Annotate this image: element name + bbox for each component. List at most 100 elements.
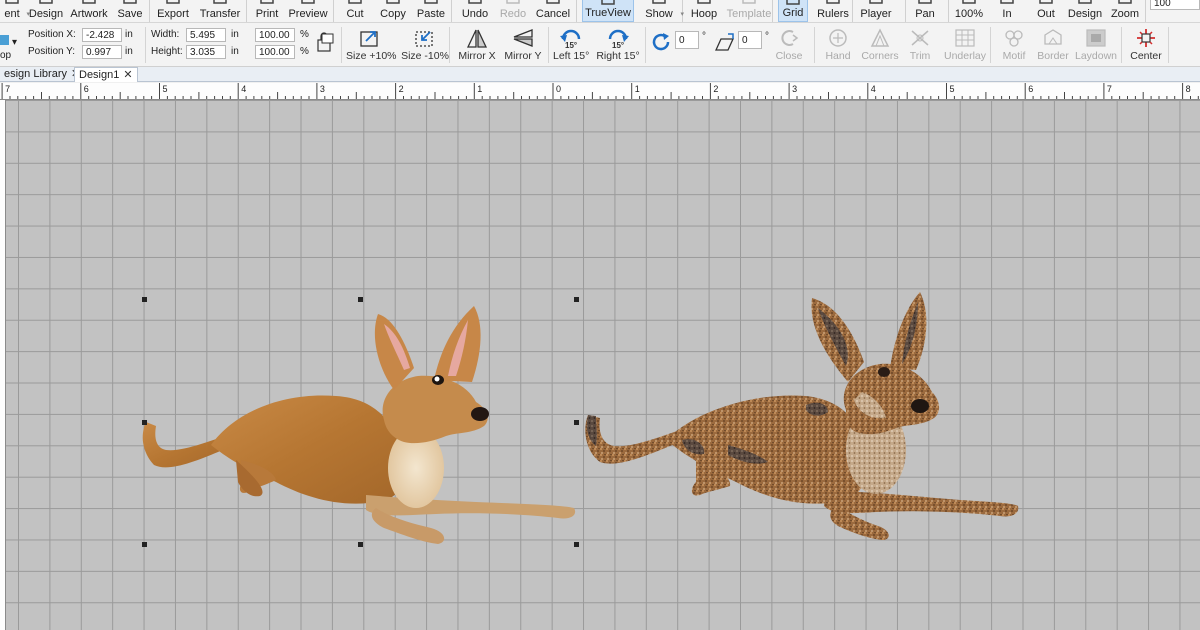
zoom-value-field[interactable] <box>1150 0 1200 10</box>
ribbon-artwork-label: Artwork <box>70 8 108 20</box>
ribbon-print-button[interactable]: Print <box>252 0 282 22</box>
toolbar-separator <box>645 27 646 63</box>
proportional-lock-icon[interactable] <box>314 31 336 55</box>
mirror-y-button[interactable]: Mirror Y <box>502 25 544 65</box>
mode-swatch-icon[interactable] <box>0 35 9 45</box>
trim-button[interactable]: Trim <box>905 25 935 65</box>
selection-handle-middle-left[interactable] <box>142 420 147 425</box>
ribbon-preview-button[interactable]: Preview <box>288 0 328 22</box>
ribbon-design-button[interactable]: Design <box>28 0 64 22</box>
ribbon-separator <box>333 0 334 22</box>
undo-icon <box>466 0 484 4</box>
chevron-down-icon[interactable]: ▾ <box>680 10 684 18</box>
right15-label: Right 15° <box>596 50 640 62</box>
ribbon-hoop-button[interactable]: Hoop <box>688 0 720 22</box>
underlay-button[interactable]: Underlay <box>942 25 988 65</box>
size-down-button[interactable]: Size -10% <box>401 25 449 65</box>
close-button[interactable]: Close <box>771 25 807 65</box>
selection-handle-bottom-center[interactable] <box>358 542 363 547</box>
slant-icon[interactable] <box>712 31 736 53</box>
mirror-y-label: Mirror Y <box>504 50 542 62</box>
ruler-label: 6 <box>84 84 89 94</box>
mirror-x-button[interactable]: Mirror X <box>456 25 498 65</box>
motif-button[interactable]: Motif <box>998 25 1030 65</box>
size-up-button[interactable]: Size +10% <box>346 25 397 65</box>
copy-icon <box>384 0 402 4</box>
selection-handle-middle-right[interactable] <box>574 420 579 425</box>
ribbon-save-button[interactable]: Save <box>115 0 145 22</box>
ribbon-zoom100-button[interactable]: 100% <box>952 0 986 22</box>
center-icon <box>1134 27 1158 49</box>
ribbon-zoom-button[interactable]: Zoom <box>1106 0 1144 22</box>
ribbon-zoomdesign-button[interactable]: Design <box>1066 0 1104 22</box>
ribbon-redo-label: Redo <box>499 8 527 20</box>
hand-button[interactable]: Hand <box>823 25 853 65</box>
ruler-label: 7 <box>1107 84 1112 94</box>
ribbon-show-button[interactable]: Show ▾ <box>640 0 684 22</box>
height-percent-field[interactable] <box>255 45 295 59</box>
zoom-icon <box>1116 0 1134 4</box>
close-icon[interactable]: ✕ <box>123 69 132 81</box>
size-up-icon <box>358 27 382 49</box>
ribbon-design-label: Design <box>28 8 64 20</box>
selection-handle-bottom-right[interactable] <box>574 542 579 547</box>
slant-field[interactable] <box>738 31 762 49</box>
ribbon-rulers-button[interactable]: Rulers <box>815 0 851 22</box>
height-field[interactable] <box>186 45 226 59</box>
ribbon-paste-button[interactable]: Paste <box>415 0 447 22</box>
ribbon-cut-button[interactable]: Cut <box>340 0 370 22</box>
ribbon-zoomin-button[interactable]: In <box>996 0 1018 22</box>
ruler-label: 3 <box>792 84 797 94</box>
template-icon <box>740 0 758 4</box>
ribbon-export-button[interactable]: Export <box>155 0 191 22</box>
ribbon-redo-button[interactable]: Redo <box>498 0 528 22</box>
ribbon-copy-button[interactable]: Copy <box>378 0 408 22</box>
ruler-label: 4 <box>241 84 246 94</box>
trueview-icon <box>599 0 617 5</box>
ribbon-grid-button[interactable]: Grid <box>778 0 808 22</box>
ribbon-zoomout-button[interactable]: Out <box>1032 0 1060 22</box>
horizontal-ruler[interactable]: 7 6 5 4 3 2 1 0 1 2 3 4 5 6 7 8 <box>0 83 1200 100</box>
motif-label: Motif <box>1002 50 1026 62</box>
selection-handle-top-left[interactable] <box>142 297 147 302</box>
ribbon-trueview-button[interactable]: TrueView <box>582 0 634 22</box>
dog-photo-image[interactable] <box>142 306 576 544</box>
design-canvas[interactable] <box>6 100 1200 630</box>
design-artwork[interactable] <box>6 100 1200 630</box>
ribbon-template-label: Template <box>726 8 772 20</box>
border-button[interactable]: Border <box>1035 25 1071 65</box>
ribbon-arrange-button[interactable]: ent ▾ <box>0 0 30 22</box>
left15-label: Left 15° <box>553 50 590 62</box>
tab-design-library[interactable]: esign Library✕ <box>0 67 84 82</box>
center-button[interactable]: Center <box>1127 25 1165 65</box>
rotate-icon[interactable] <box>650 31 674 53</box>
ribbon-show-label: Show <box>645 8 673 20</box>
position-x-field[interactable] <box>82 28 122 42</box>
toolbar-separator <box>548 27 549 63</box>
selection-handle-top-right[interactable] <box>574 297 579 302</box>
position-y-field[interactable] <box>82 45 122 59</box>
ribbon-template-button[interactable]: Template <box>725 0 773 22</box>
ribbon-player-button[interactable]: Player <box>860 0 892 22</box>
selection-handle-top-center[interactable] <box>358 297 363 302</box>
width-label: Width: <box>151 29 180 40</box>
ribbon-artwork-button[interactable]: Artwork <box>68 0 110 22</box>
right15-button[interactable]: 15° Right 15° <box>596 25 640 65</box>
corners-button[interactable]: Corners <box>860 25 900 65</box>
rotate-field[interactable] <box>675 31 699 49</box>
width-percent-field[interactable] <box>255 28 295 42</box>
ruler-label: 1 <box>635 84 640 94</box>
ruler-label: 1 <box>477 84 482 94</box>
ribbon-undo-button[interactable]: Undo <box>458 0 492 22</box>
mode-dropdown-arrow[interactable]: ▾ <box>12 37 17 48</box>
ribbon-cancel-button[interactable]: Cancel <box>533 0 573 22</box>
dog-embroidery-image[interactable] <box>585 292 1019 540</box>
ruler-label: 5 <box>163 84 168 94</box>
laydown-button[interactable]: Laydown <box>1074 25 1118 65</box>
tab-design1[interactable]: Design1 ✕ <box>74 67 138 82</box>
ribbon-transfer-button[interactable]: Transfer <box>198 0 242 22</box>
ribbon-pan-button[interactable]: Pan <box>912 0 938 22</box>
left15-button[interactable]: 15° Left 15° <box>553 25 589 65</box>
selection-handle-bottom-left[interactable] <box>142 542 147 547</box>
width-field[interactable] <box>186 28 226 42</box>
